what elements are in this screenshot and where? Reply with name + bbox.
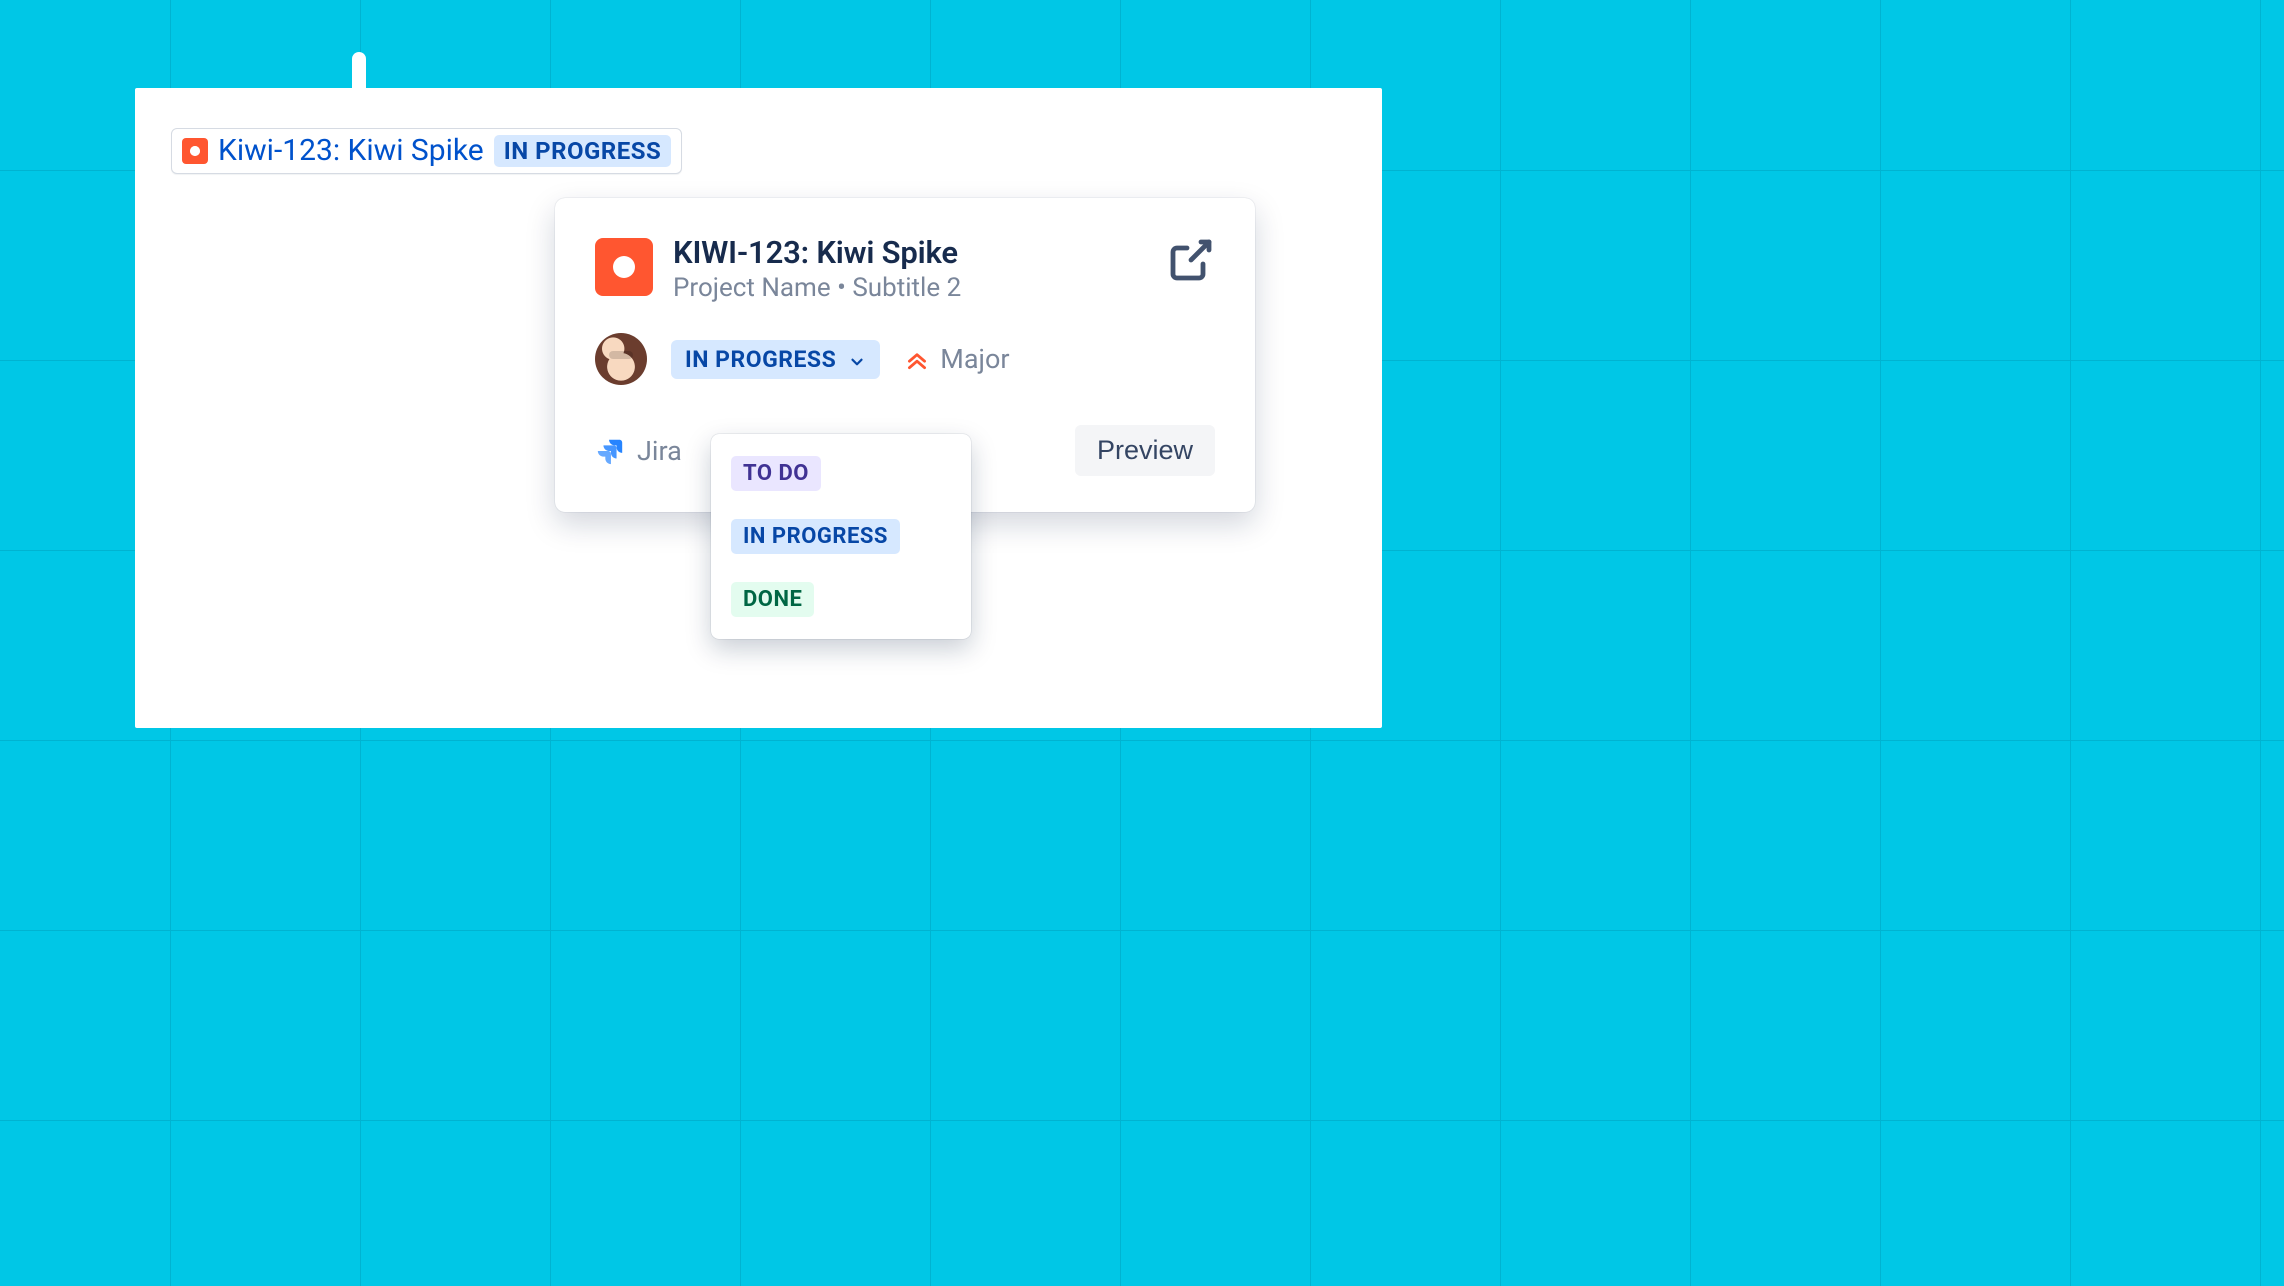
source-app: Jira [595,435,682,467]
chevron-down-icon [848,350,866,368]
preview-button[interactable]: Preview [1075,425,1215,476]
status-option[interactable]: IN PROGRESS [731,519,900,554]
card-subtitle: Project Name • Subtitle 2 [673,273,1147,303]
card-title: KIWI-123: Kiwi Spike [673,234,1147,271]
priority-major-icon [904,346,930,372]
issue-type-icon [182,138,208,164]
card-header: KIWI-123: Kiwi Spike Project Name • Subt… [595,234,1215,303]
status-selector[interactable]: IN PROGRESS [671,340,880,379]
status-option[interactable]: DONE [731,582,814,617]
card-titles: KIWI-123: Kiwi Spike Project Name • Subt… [673,234,1147,303]
status-option[interactable]: TO DO [731,456,821,491]
jira-icon [595,436,625,466]
assignee-avatar[interactable] [595,333,647,385]
card-project: Project Name [673,273,831,303]
source-app-label: Jira [637,435,682,467]
status-menu: TO DO IN PROGRESS DONE [711,434,971,639]
priority: Major [904,343,1009,375]
status-lozenge: IN PROGRESS [494,135,672,168]
issue-card: KIWI-123: Kiwi Spike Project Name • Subt… [555,198,1255,512]
open-external-icon[interactable] [1167,236,1215,284]
card-extra-subtitle: Subtitle 2 [852,273,961,303]
separator-dot: • [837,273,846,303]
smart-link-title: Kiwi-123: Kiwi Spike [218,133,484,169]
canvas: Kiwi-123: Kiwi Spike IN PROGRESS KIWI-12… [135,88,1382,728]
issue-type-icon [595,238,653,296]
status-selector-label: IN PROGRESS [685,346,836,373]
priority-label: Major [940,343,1009,375]
smart-link[interactable]: Kiwi-123: Kiwi Spike IN PROGRESS [171,128,682,174]
card-meta-row: IN PROGRESS Major [595,333,1215,385]
